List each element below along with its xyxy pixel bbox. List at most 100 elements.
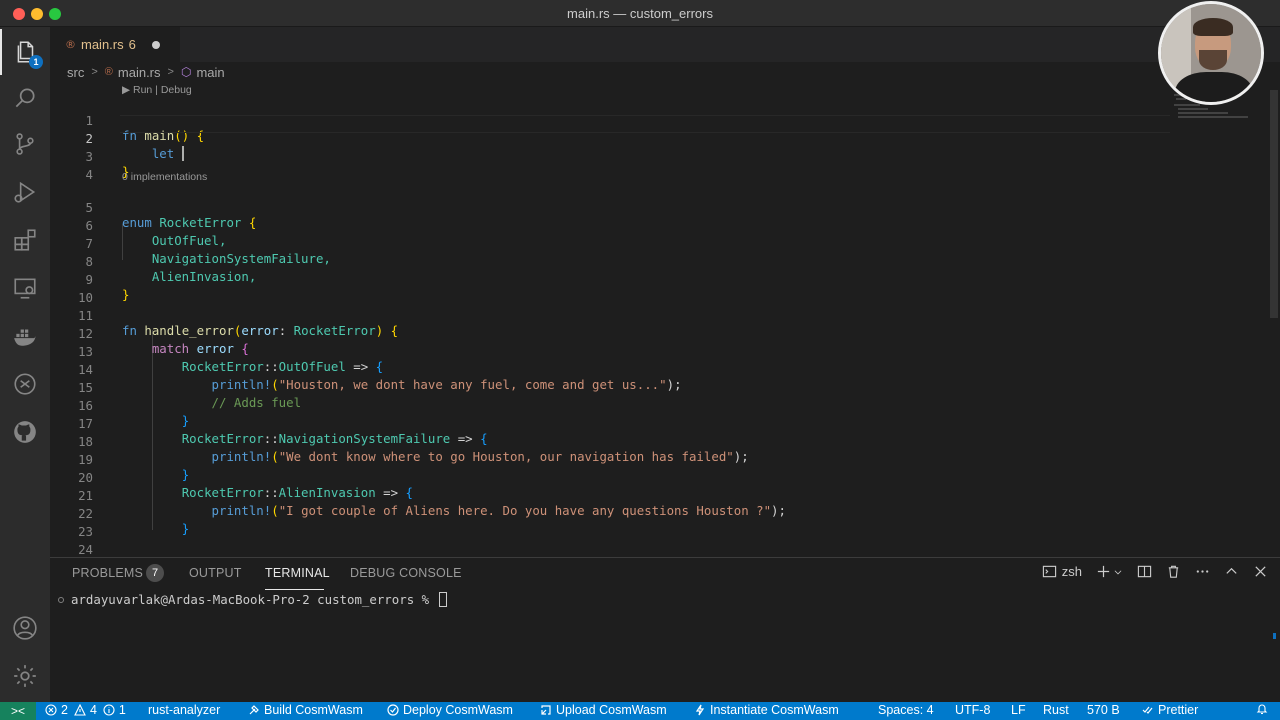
code-line: 25 } [50, 545, 1170, 557]
tab-problem-count: 6 [128, 37, 136, 52]
code-line: 12 match error { [78, 326, 249, 356]
tab-output[interactable]: OUTPUT [189, 566, 242, 580]
eol-status[interactable]: LF [1011, 703, 1026, 717]
explorer-icon[interactable]: 1 [0, 29, 50, 75]
notifications-bell-icon[interactable] [1256, 703, 1272, 715]
code-line: 3 } [85, 149, 130, 179]
breadcrumb-file[interactable]: main.rs [118, 65, 161, 80]
tab-debug-console[interactable]: DEBUG CONSOLE [350, 566, 462, 580]
code-line: 18 println!("We dont know where to go Ho… [78, 434, 749, 464]
explorer-badge: 1 [29, 55, 43, 69]
terminal-prompt: ardayuvarlak@Ardas-MacBook-Pro-2 custom_… [71, 592, 437, 607]
code-line: 23 [78, 524, 93, 539]
live-share-icon[interactable] [0, 361, 50, 407]
file-size-status: 570 B [1087, 703, 1120, 717]
info-icon [103, 704, 115, 716]
upload-cosmwasm-button[interactable]: Upload CosmWasm [540, 703, 667, 717]
code-line: 14 println!("Houston, we dont have any f… [78, 362, 682, 392]
split-terminal-icon[interactable] [1137, 564, 1152, 579]
code-editor[interactable]: ▶ Run | Debug 1 fn main() { 2 let 3 } 4 … [50, 82, 1280, 557]
code-line: 16 } [78, 398, 190, 428]
accounts-icon[interactable] [0, 605, 50, 651]
code-line: 6 OutOfFuel, [85, 218, 227, 248]
maximize-panel-chevron-up-icon[interactable] [1224, 564, 1239, 579]
terminal-scroll-indicator [1273, 633, 1276, 639]
language-mode-status[interactable]: Rust [1043, 703, 1069, 717]
tab-label: main.rs [81, 37, 124, 52]
double-check-icon [1142, 706, 1153, 714]
breadcrumb-symbol[interactable]: main [196, 65, 224, 80]
more-actions-icon[interactable] [1195, 564, 1210, 579]
docker-icon[interactable] [0, 313, 50, 359]
warning-icon [74, 704, 86, 716]
breadcrumb-folder[interactable]: src [67, 65, 84, 80]
breadcrumb: src > ® main.rs > ⬡ main [50, 62, 1280, 82]
upload-icon [541, 705, 551, 715]
code-line: 22 } [78, 506, 190, 536]
terminal-output[interactable]: ardayuvarlak@Ardas-MacBook-Pro-2 custom_… [58, 592, 447, 607]
code-line: 21 println!("I got couple of Aliens here… [78, 488, 786, 518]
code-line: 5 enum RocketError { [85, 200, 257, 230]
code-line: 11 fn handle_error(error: RocketError) { [78, 308, 399, 338]
active-tab-indicator [265, 589, 324, 590]
code-line: 15 // Adds fuel [78, 380, 302, 410]
code-line: 24 } [78, 542, 93, 557]
code-line: 20 RocketError::AlienInvasion => { [78, 470, 413, 500]
activity-bar: 1 [0, 27, 50, 702]
remote-explorer-icon[interactable] [0, 265, 50, 311]
code-line: 1 fn main() { [85, 113, 205, 143]
symbol-method-icon: ⬡ [180, 65, 192, 79]
rust-file-icon: ® [65, 38, 76, 51]
unsaved-dot-icon[interactable] [151, 40, 160, 49]
trash-icon[interactable] [1166, 564, 1181, 579]
code-line: 10 [78, 290, 93, 305]
new-terminal-plus-icon[interactable] [1096, 564, 1123, 579]
tab-problems[interactable]: PROBLEMS [72, 566, 143, 580]
search-icon[interactable] [0, 75, 50, 121]
check-circle-icon [387, 704, 399, 716]
flash-icon [695, 704, 705, 716]
chevron-right-icon: > [167, 66, 174, 78]
instantiate-cosmwasm-button[interactable]: Instantiate CosmWasm [694, 703, 839, 717]
bottom-panel: PROBLEMS 7 OUTPUT TERMINAL DEBUG CONSOLE… [50, 557, 1280, 702]
run-debug-codelens[interactable]: ▶ Run | Debug [122, 84, 192, 98]
webcam-overlay [1158, 1, 1264, 105]
encoding-status[interactable]: UTF-8 [955, 703, 990, 717]
code-line: 9 } [85, 272, 130, 302]
github-icon[interactable] [0, 409, 50, 455]
window-title: main.rs — custom_errors [567, 6, 713, 21]
tab-main-rs[interactable]: ® main.rs 6 [50, 27, 180, 62]
editor-scrollbar[interactable] [1270, 90, 1278, 318]
remote-indicator-icon[interactable]: >< [0, 702, 36, 720]
rust-analyzer-status[interactable]: rust-analyzer [148, 703, 220, 717]
code-line: 8 AlienInvasion, [85, 254, 257, 284]
code-line: 13 RocketError::OutOfFuel => { [78, 344, 384, 374]
command-decoration-icon [58, 596, 64, 603]
implementations-codelens[interactable]: 0 implementations [122, 171, 207, 185]
code-line: 2 let [50, 116, 1170, 161]
terminal-shell-selector[interactable]: zsh [1042, 564, 1082, 579]
terminal-icon [1042, 565, 1056, 578]
close-panel-icon[interactable] [1253, 564, 1268, 579]
manage-gear-icon[interactable] [0, 653, 50, 699]
panel-actions: zsh [1028, 564, 1268, 579]
indentation-status[interactable]: Spaces: 4 [878, 703, 934, 717]
code-line: 7 NavigationSystemFailure, [85, 236, 331, 266]
code-line: 19 } [78, 452, 190, 482]
run-debug-icon[interactable] [0, 169, 50, 215]
extensions-icon[interactable] [0, 217, 50, 263]
terminal-cursor [438, 592, 447, 607]
problems-count-badge: 7 [146, 564, 164, 582]
prettier-status[interactable]: Prettier [1142, 703, 1198, 717]
code-line: 17 RocketError::NavigationSystemFailure … [78, 416, 488, 446]
source-control-icon[interactable] [0, 121, 50, 167]
problems-status[interactable]: 2 4 1 [45, 703, 126, 717]
chevron-right-icon: > [91, 66, 98, 78]
code-line: 4 [85, 167, 93, 182]
tab-terminal[interactable]: TERMINAL [265, 566, 330, 580]
build-cosmwasm-button[interactable]: Build CosmWasm [248, 703, 363, 717]
deploy-cosmwasm-button[interactable]: Deploy CosmWasm [387, 703, 513, 717]
rust-file-icon: ® [104, 66, 113, 78]
hammer-icon [249, 705, 259, 715]
status-bar: >< 2 4 1 rust-analyzer Build CosmWasm De… [0, 702, 1280, 720]
